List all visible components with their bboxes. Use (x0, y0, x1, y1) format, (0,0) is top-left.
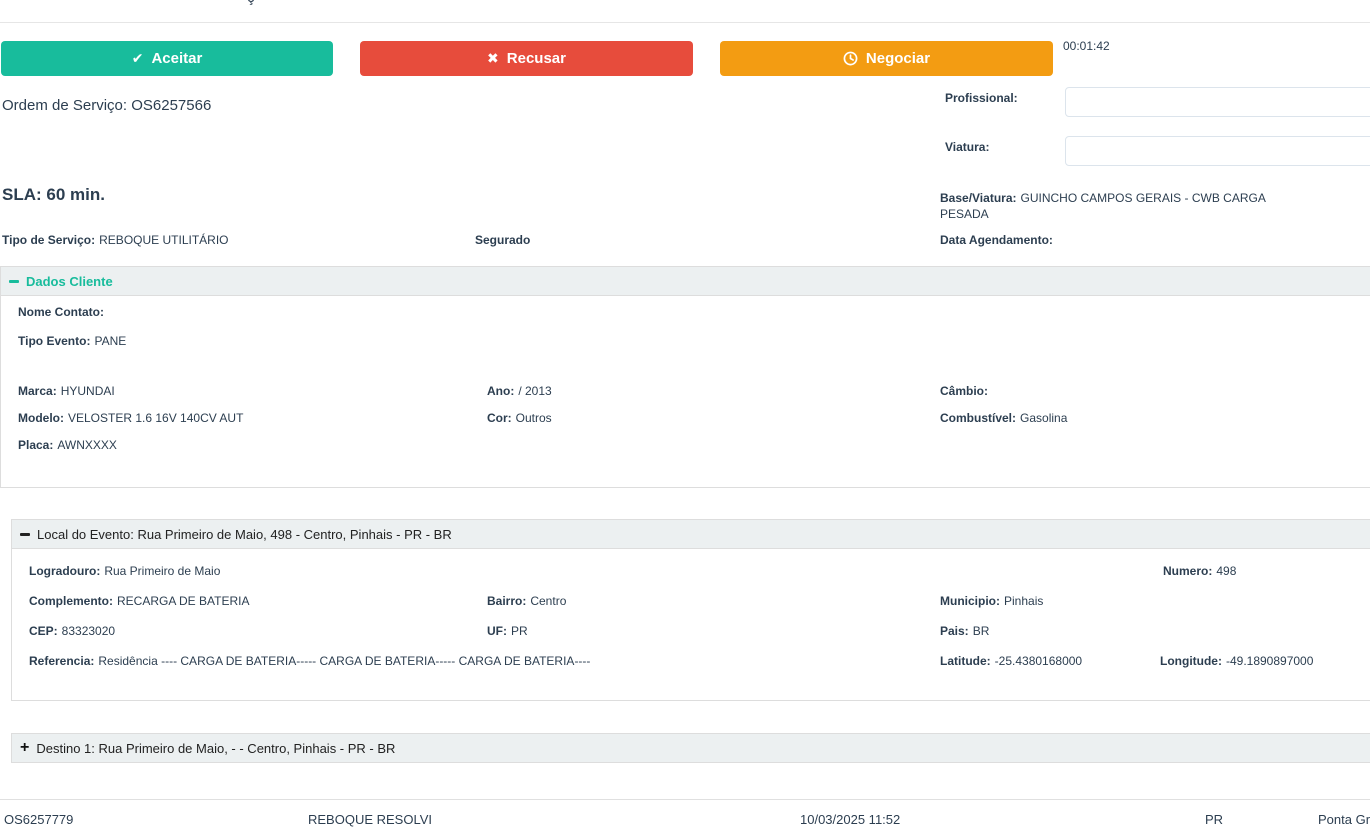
country-value: BR (972, 624, 990, 638)
reference-field: Referencia: Residência ---- CARGA DE BATE… (29, 654, 590, 668)
accept-button-label: Aceitar (151, 50, 203, 67)
bottom-divider (0, 799, 1370, 800)
longitude-field: Longitude: -49.1890897000 (1160, 654, 1313, 668)
complement-value: RECARGA DE BATERIA (117, 594, 250, 608)
client-data-panel-body (0, 296, 1370, 488)
check-icon: ✔ (131, 50, 144, 66)
client-data-panel-header[interactable]: Dados Cliente (0, 266, 1370, 296)
base-viatura-field: Base/Viatura: GUINCHO CAMPOS GERAIS - CWB… (940, 190, 1270, 222)
model-label: Modelo: (18, 411, 64, 425)
street-field: Logradouro: Rua Primeiro de Maio (29, 564, 220, 578)
longitude-value: -49.1890897000 (1225, 654, 1314, 668)
service-type-label: Tipo de Serviço: (2, 233, 96, 247)
schedule-date-field: Data Agendamento: (940, 233, 1057, 247)
zip-value: 83323020 (61, 624, 116, 638)
accept-button[interactable]: ✔ Aceitar (1, 41, 333, 76)
district-field: Bairro: Centro (487, 594, 566, 608)
number-value: 498 (1216, 564, 1237, 578)
country-label: Pais: (940, 624, 969, 638)
contact-name-field: Nome Contato: (18, 305, 108, 319)
year-label: Ano: (487, 384, 515, 398)
event-type-field: Tipo Evento: PANE (18, 334, 126, 348)
refuse-button-label: Recusar (506, 50, 566, 67)
country-field: Pais: BR (940, 624, 989, 638)
model-field: Modelo: VELOSTER 1.6 16V 140CV AUT (18, 411, 243, 425)
clipped-title-text: ç (247, 0, 255, 6)
professional-input[interactable] (1065, 87, 1370, 117)
destination-panel-title: Destino 1: Rua Primeiro de Maio, - - Cen… (36, 740, 396, 756)
top-divider (0, 22, 1370, 23)
state-label: UF: (487, 624, 507, 638)
latitude-value: -25.4380168000 (994, 654, 1083, 668)
model-value: VELOSTER 1.6 16V 140CV AUT (68, 411, 244, 425)
base-viatura-label: Base/Viatura: (940, 191, 1017, 205)
brand-field: Marca: HYUNDAI (18, 384, 115, 398)
expand-plus-icon: + (20, 739, 30, 756)
complement-label: Complemento: (29, 594, 113, 608)
negotiate-button-label: Negociar (865, 50, 931, 67)
event-type-label: Tipo Evento: (18, 334, 91, 348)
reference-label: Referencia: (29, 654, 95, 668)
contact-name-label: Nome Contato: (18, 305, 104, 319)
fuel-label: Combustível: (940, 411, 1017, 425)
collapse-minus-icon (20, 532, 30, 536)
year-value: / 2013 (518, 384, 552, 398)
fuel-field: Combustível: Gasolina (940, 411, 1067, 425)
insured-badge: Segurado (475, 233, 531, 247)
street-label: Logradouro: (29, 564, 101, 578)
brand-label: Marca: (18, 384, 57, 398)
plate-value: AWNXXXX (57, 438, 117, 452)
schedule-date-label: Data Agendamento: (940, 233, 1053, 247)
event-location-panel-title: Local do Evento: Rua Primeiro de Maio, 4… (37, 526, 452, 542)
color-label: Cor: (487, 411, 512, 425)
fuel-value: Gasolina (1020, 411, 1068, 425)
reference-value: Residência ---- CARGA DE BATERIA----- CA… (98, 654, 591, 668)
countdown-timer: 00:01:42 (1063, 39, 1110, 53)
city-field: Municipio: Pinhais (940, 594, 1043, 608)
color-field: Cor: Outros (487, 411, 552, 425)
service-order-page: { "colors": { "accent_green": "#18bc9c",… (0, 0, 1370, 827)
gearbox-field: Câmbio: (940, 384, 992, 398)
complement-field: Complemento: RECARGA DE BATERIA (29, 594, 249, 608)
sla-text: SLA: 60 min. (2, 185, 105, 204)
vehicle-label: Viatura: (945, 140, 990, 154)
zip-field: CEP: 83323020 (29, 624, 115, 638)
x-icon: ✖ (487, 50, 499, 66)
event-location-panel-header[interactable]: Local do Evento: Rua Primeiro de Maio, 4… (11, 519, 1370, 549)
plate-label: Placa: (18, 438, 54, 452)
order-number: Ordem de Serviço: OS6257566 (2, 97, 212, 114)
plate-field: Placa: AWNXXXX (18, 438, 117, 452)
year-field: Ano:/ 2013 (487, 384, 552, 398)
gearbox-label: Câmbio: (940, 384, 988, 398)
destination-panel-header[interactable]: + Destino 1: Rua Primeiro de Maio, - - C… (11, 733, 1370, 763)
state-field: UF: PR (487, 624, 528, 638)
negotiate-button[interactable]: Negociar (720, 41, 1053, 76)
brand-value: HYUNDAI (60, 384, 115, 398)
district-label: Bairro: (487, 594, 527, 608)
latitude-field: Latitude: -25.4380168000 (940, 654, 1082, 668)
city-value: Pinhais (1004, 594, 1044, 608)
client-data-panel-title: Dados Cliente (26, 273, 113, 289)
collapse-minus-icon (9, 279, 19, 283)
street-value: Rua Primeiro de Maio (104, 564, 221, 578)
service-type-field: Tipo de Serviço: REBOQUE UTILITÁRIO (2, 233, 229, 247)
clock-icon (843, 51, 858, 66)
longitude-label: Longitude: (1160, 654, 1222, 668)
vehicle-input[interactable] (1065, 136, 1370, 166)
number-field: Numero: 498 (1163, 564, 1236, 578)
city-label: Municipio: (940, 594, 1000, 608)
color-value: Outros (515, 411, 552, 425)
latitude-label: Latitude: (940, 654, 991, 668)
event-type-value: PANE (94, 334, 127, 348)
number-label: Numero: (1163, 564, 1213, 578)
zip-label: CEP: (29, 624, 58, 638)
district-value: Centro (530, 594, 567, 608)
state-value: PR (511, 624, 528, 638)
service-type-value: REBOQUE UTILITÁRIO (99, 233, 229, 247)
professional-label: Profissional: (945, 91, 1018, 105)
refuse-button[interactable]: ✖ Recusar (360, 41, 693, 76)
